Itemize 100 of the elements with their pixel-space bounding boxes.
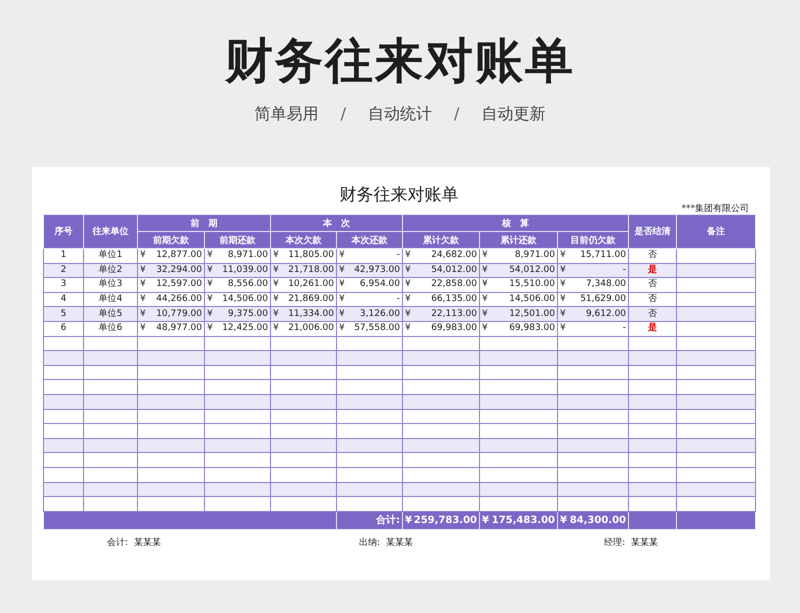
table-cell: 3 <box>44 278 84 292</box>
currency-sign: ¥ <box>560 264 566 277</box>
amount: 12,597.00 <box>156 278 202 292</box>
currency-sign: ¥ <box>339 322 345 336</box>
currency-sign: ¥ <box>273 293 279 306</box>
currency-sign: ¥ <box>140 293 146 306</box>
currency-sign: ¥ <box>560 308 566 321</box>
currency-sign: ¥ <box>560 293 566 306</box>
column-header: 本次欠款 <box>270 232 336 248</box>
currency-sign: ¥ <box>482 293 488 306</box>
table-cell: 6 <box>44 321 84 336</box>
table-cell: 是 <box>628 263 677 278</box>
currency-sign: ¥ <box>140 249 146 262</box>
currency-sign: ¥ <box>560 322 566 336</box>
amount: 14,506.00 <box>222 293 268 306</box>
amount: 44,266.00 <box>156 293 202 306</box>
amount: 8,971.00 <box>228 249 268 262</box>
amount: 48,977.00 <box>156 322 202 336</box>
amount: 54,012.00 <box>509 264 555 277</box>
column-header: 目前仍欠款 <box>558 232 629 248</box>
amount: 12,501.00 <box>509 308 555 321</box>
sheet-title: 财务往来对账单 <box>338 185 460 205</box>
amount: 8,556.00 <box>228 278 268 292</box>
column-header: 核 算 <box>402 214 629 232</box>
currency-sign: ¥ <box>560 514 567 527</box>
amount: 69,983.00 <box>431 322 477 336</box>
currency-sign: ¥ <box>273 308 279 321</box>
amount: 8,971.00 <box>514 249 555 262</box>
table-cell: 5 <box>44 306 84 322</box>
currency-sign: ¥ <box>339 308 345 321</box>
tagline: 简单易用 <box>254 104 319 125</box>
currency-sign: ¥ <box>339 249 345 262</box>
amount: 54,012.00 <box>431 264 477 277</box>
amount: 175,483.00 <box>492 514 555 527</box>
total-label: 合计: <box>336 511 402 530</box>
currency-sign: ¥ <box>405 308 411 321</box>
amount: - <box>622 264 626 277</box>
currency-sign: ¥ <box>482 264 488 277</box>
currency-sign: ¥ <box>405 278 411 292</box>
currency-sign: ¥ <box>560 278 566 292</box>
currency-sign: ¥ <box>405 264 411 277</box>
signature-label: 出纳: <box>359 536 380 549</box>
currency-sign: ¥ <box>482 322 488 336</box>
column-header: 本次还款 <box>336 232 402 248</box>
currency-sign: ¥ <box>405 249 411 262</box>
separator: / <box>454 104 460 125</box>
column-header: 累计欠款 <box>402 232 480 248</box>
amount: 42,973.00 <box>354 264 400 277</box>
currency-sign: ¥ <box>207 322 213 336</box>
currency-sign: ¥ <box>405 322 411 336</box>
amount: 259,783.00 <box>414 514 477 527</box>
table-cell: 单位6 <box>84 321 138 336</box>
currency-sign: ¥ <box>273 249 279 262</box>
signature-name: 某某某 <box>386 536 414 549</box>
amount: 21,718.00 <box>288 264 334 277</box>
column-header: 本 次 <box>270 214 402 232</box>
table-cell: 单位3 <box>84 278 138 292</box>
column-header: 是否结清 <box>628 214 677 248</box>
table-cell: 单位2 <box>84 263 138 278</box>
amount: 15,510.00 <box>509 278 555 292</box>
amount: 21,869.00 <box>288 293 334 306</box>
amount: 14,506.00 <box>509 293 555 306</box>
amount: 21,006.00 <box>288 322 334 336</box>
column-header: 前期还款 <box>204 232 270 248</box>
amount: 32,294.00 <box>156 264 202 277</box>
signature-label: 会计: <box>107 536 128 549</box>
currency-sign: ¥ <box>339 278 345 292</box>
currency-sign: ¥ <box>207 249 213 262</box>
amount: 3,126.00 <box>360 308 400 321</box>
currency-sign: ¥ <box>140 264 146 277</box>
table-cell: 否 <box>628 248 677 264</box>
currency-sign: ¥ <box>140 308 146 321</box>
currency-sign: ¥ <box>482 308 488 321</box>
column-header: 累计还款 <box>480 232 558 248</box>
currency-sign: ¥ <box>207 278 213 292</box>
currency-sign: ¥ <box>339 264 345 277</box>
currency-sign: ¥ <box>140 278 146 292</box>
currency-sign: ¥ <box>207 308 213 321</box>
currency-sign: ¥ <box>339 293 345 306</box>
amount: 9,612.00 <box>586 308 626 321</box>
currency-sign: ¥ <box>207 264 213 277</box>
amount: 22,858.00 <box>431 278 477 292</box>
tagline: 自动更新 <box>481 104 546 125</box>
currency-sign: ¥ <box>482 278 488 292</box>
page-title: 财务往来对账单 <box>225 32 575 91</box>
table-cell: 2 <box>44 263 84 278</box>
currency-sign: ¥ <box>482 249 488 262</box>
amount: 66,135.00 <box>431 293 477 306</box>
column-header: 备注 <box>676 214 756 248</box>
table-cell: 1 <box>44 248 84 264</box>
currency-sign: ¥ <box>560 249 566 262</box>
currency-sign: ¥ <box>207 293 213 306</box>
column-header: 序号 <box>44 214 84 248</box>
amount: 12,425.00 <box>222 322 268 336</box>
separator: / <box>340 104 346 125</box>
column-header: 前期欠款 <box>138 232 204 248</box>
currency-sign: ¥ <box>273 278 279 292</box>
currency-sign: ¥ <box>405 293 411 306</box>
table-cell: 单位5 <box>84 306 138 322</box>
signature-name: 某某某 <box>134 536 162 549</box>
